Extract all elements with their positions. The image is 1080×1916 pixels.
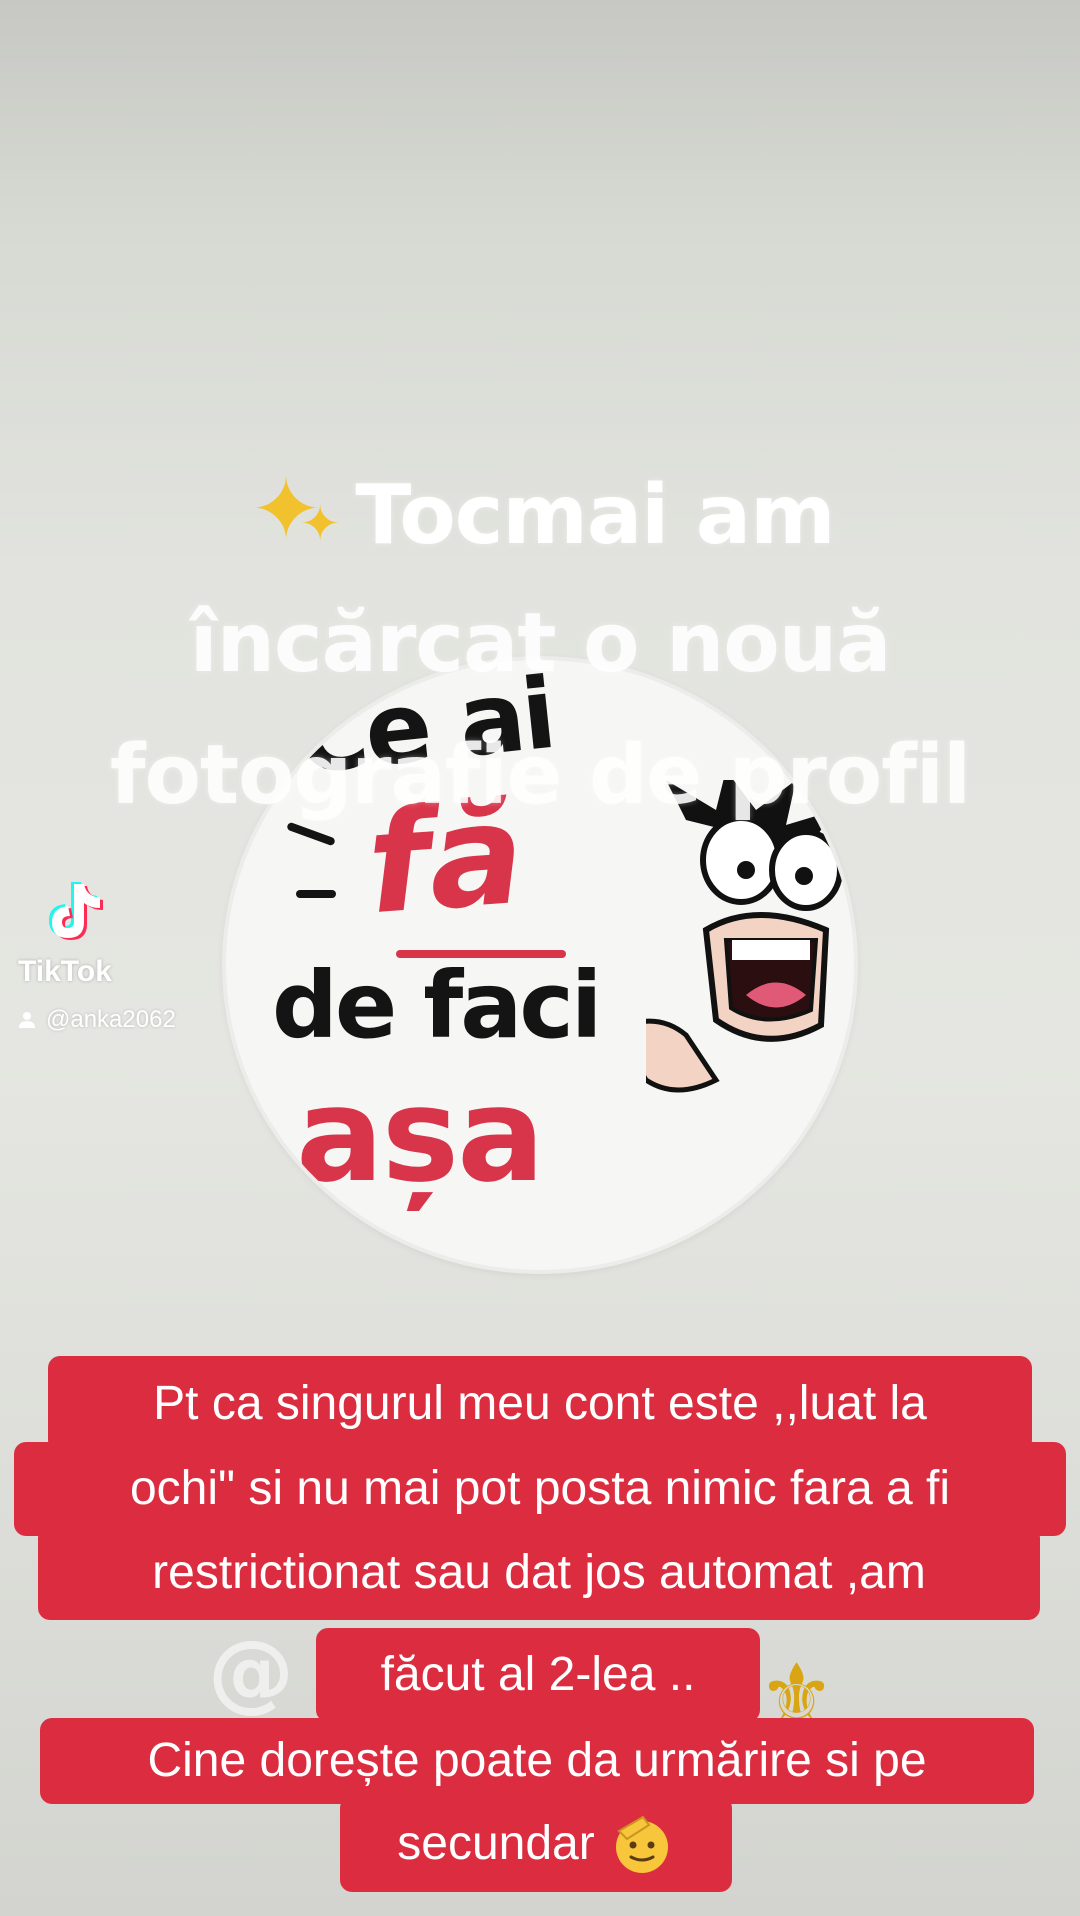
caption-line-5: Cine dorește poate da urmărire si pe [40,1718,1034,1804]
tiktok-brand-label: TikTok [18,955,112,988]
caption-line-6: secundar [340,1796,732,1892]
faded-at-symbol: @ [208,1622,294,1722]
overlay-line-2: încărcat o nouă [189,596,892,691]
motion-line [286,821,336,847]
caption-line-3: restrictionat sau dat jos automat ,am [38,1526,1040,1620]
overlay-line-3: fotografie de profil [109,728,971,823]
cartoon-face-illustration [646,780,843,1093]
sticker-text-line-4: așa [296,1059,545,1211]
overlay-line-1: Tocmai am [355,468,835,563]
caption-line-2: ochi" si nu mai pot posta nimic fara a f… [14,1442,1066,1536]
sticker-text-line-3: de faci [272,952,602,1059]
user-icon [19,1012,35,1028]
username-text: @anka2062 [46,1006,176,1033]
caption-line-4: făcut al 2-lea .. [316,1628,760,1722]
watermark-username: @anka2062 [18,1006,176,1034]
motion-line [296,890,336,898]
saluting-face-icon [615,1815,668,1873]
tiktok-logo-icon [49,882,103,940]
caption-line-1: Pt ca singurul meu cont este ,,luat la [48,1356,1032,1452]
caption-line-6-text: secundar [397,1817,595,1870]
